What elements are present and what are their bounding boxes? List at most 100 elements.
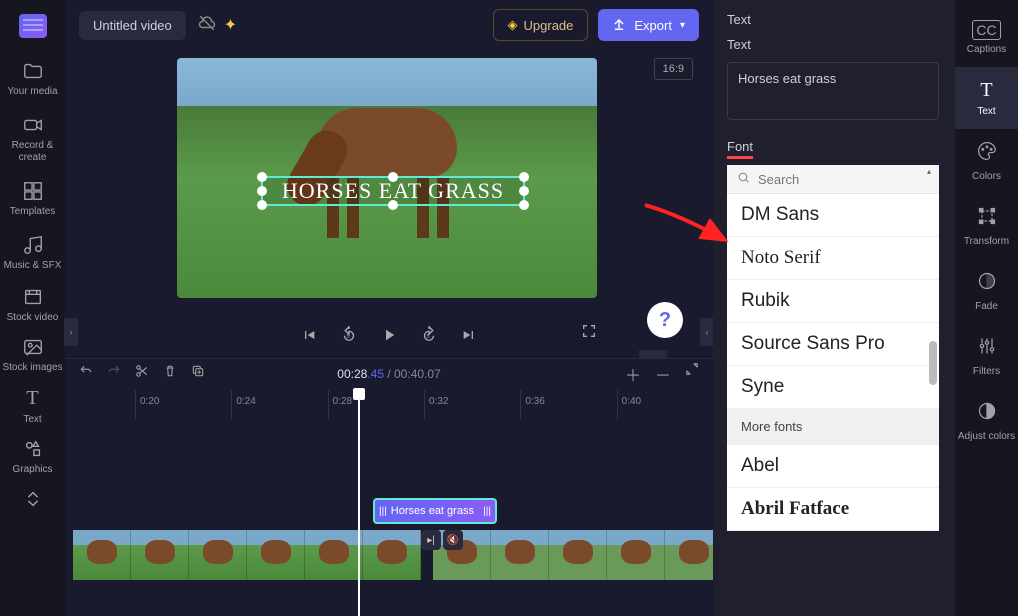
font-option-rubik[interactable]: Rubik	[727, 280, 939, 323]
font-option-syne[interactable]: Syne	[727, 366, 939, 409]
resize-handle-ne[interactable]	[519, 172, 529, 182]
resize-handle-n[interactable]	[388, 172, 398, 182]
nav-label: Your media	[7, 86, 57, 98]
current-time: 00:28	[337, 367, 367, 381]
image-icon	[22, 336, 44, 358]
mute-icon[interactable]: 🔇	[443, 530, 463, 550]
properties-panel: Text Text Font DM Sans Noto Serif Rubik …	[713, 0, 955, 616]
nav-label: Record & create	[0, 140, 65, 164]
canvas-area: Horses eat grass 16:9 ? 5 5 ›	[65, 50, 713, 350]
nav-label: Stock images	[2, 362, 62, 374]
duplicate-icon[interactable]	[191, 364, 205, 383]
skip-end-icon[interactable]	[460, 326, 478, 344]
project-title[interactable]: Untitled video	[79, 11, 186, 40]
total-time: 00:40	[394, 367, 424, 381]
expand-right-icon[interactable]: ‹	[700, 318, 714, 346]
resize-handle-nw[interactable]	[257, 172, 267, 182]
font-list[interactable]: DM Sans Noto Serif Rubik Source Sans Pro…	[727, 194, 939, 531]
nav-graphics[interactable]: Graphics	[0, 432, 65, 482]
sparkle-icon: ✦	[224, 15, 237, 35]
scrollbar-up-icon[interactable]: ▴	[927, 167, 937, 175]
film-icon	[22, 286, 44, 308]
aspect-ratio-badge[interactable]: 16:9	[654, 58, 693, 80]
expand-left-icon[interactable]: ›	[64, 318, 78, 346]
tab-label: Fade	[975, 301, 998, 312]
rewind-5-icon[interactable]: 5	[340, 326, 358, 344]
text-field-label: Text	[727, 37, 941, 52]
timeline-tracks[interactable]: ||| Horses eat grass ||| ▸| 🔇	[65, 420, 713, 616]
fullscreen-icon[interactable]	[581, 323, 597, 344]
clip-grip-right-icon[interactable]: |||	[483, 506, 491, 517]
nav-stock-images[interactable]: Stock images	[0, 330, 65, 380]
forward-5-icon[interactable]: 5	[420, 326, 438, 344]
tab-captions[interactable]: CC Captions	[955, 8, 1018, 67]
text-clip[interactable]: ||| Horses eat grass |||	[373, 498, 497, 524]
resize-handle-se[interactable]	[519, 200, 529, 210]
export-button[interactable]: Export ▾	[598, 9, 699, 41]
zoom-out-icon[interactable]: －	[655, 362, 671, 386]
svg-text:5: 5	[347, 334, 350, 340]
playhead[interactable]	[358, 390, 360, 616]
upload-icon	[612, 17, 626, 34]
font-search-input[interactable]	[758, 172, 934, 187]
adjust-icon	[977, 401, 997, 427]
timeline-ruler[interactable]: 0:20 0:24 0:28 0:32 0:36 0:40	[65, 390, 713, 420]
play-icon[interactable]	[380, 326, 398, 344]
resize-handle-w[interactable]	[257, 186, 267, 196]
clip-grip-left-icon[interactable]: |||	[379, 506, 387, 517]
text-content-input[interactable]	[727, 62, 939, 120]
font-option-source-sans[interactable]: Source Sans Pro	[727, 323, 939, 366]
resize-handle-sw[interactable]	[257, 200, 267, 210]
cloud-off-icon	[198, 14, 216, 37]
font-option-noto-serif[interactable]: Noto Serif	[727, 237, 939, 280]
resize-handle-e[interactable]	[519, 186, 529, 196]
tab-transform[interactable]: Transform	[955, 194, 1018, 259]
zoom-in-icon[interactable]: ＋	[625, 362, 641, 386]
nav-stock-video[interactable]: Stock video	[0, 280, 65, 330]
tab-fade[interactable]: Fade	[955, 259, 1018, 324]
nav-more[interactable]	[0, 482, 65, 520]
arrow-swap-icon	[22, 488, 44, 510]
video-clip-1[interactable]	[73, 530, 421, 580]
export-label: Export	[634, 18, 672, 33]
tab-colors[interactable]: Colors	[955, 129, 1018, 194]
app-logo	[19, 14, 47, 38]
zoom-fit-icon[interactable]	[685, 362, 699, 386]
font-option-abel[interactable]: Abel	[727, 445, 939, 488]
nav-label: Music & SFX	[4, 260, 62, 272]
graphics-icon	[22, 438, 44, 460]
tab-text[interactable]: T Text	[955, 67, 1018, 129]
filters-icon	[977, 336, 997, 362]
scrollbar-thumb[interactable]	[929, 341, 937, 385]
preview-content	[287, 78, 487, 238]
nav-music-sfx[interactable]: Music & SFX	[0, 226, 65, 280]
upgrade-label: Upgrade	[524, 18, 574, 33]
text-overlay-selection[interactable]: Horses eat grass	[261, 176, 525, 206]
font-option-dm-sans[interactable]: DM Sans	[727, 194, 939, 237]
video-preview[interactable]: Horses eat grass	[177, 58, 597, 298]
nav-record-create[interactable]: Record & create	[0, 106, 65, 172]
nav-text[interactable]: T Text	[0, 380, 65, 432]
redo-icon[interactable]	[107, 364, 121, 383]
video-clip-2[interactable]	[433, 530, 723, 580]
timeline-toolbar: 00:28.45 / 00:40.07 ＋ －	[65, 358, 713, 388]
tab-label: Transform	[964, 236, 1009, 247]
split-icon[interactable]	[135, 364, 149, 383]
tab-filters[interactable]: Filters	[955, 324, 1018, 389]
nav-your-media[interactable]: Your media	[0, 52, 65, 106]
undo-icon[interactable]	[79, 364, 93, 383]
skip-start-icon[interactable]	[300, 326, 318, 344]
font-option-abril[interactable]: Abril Fatface	[727, 488, 939, 531]
tab-adjust-colors[interactable]: Adjust colors	[955, 389, 1018, 454]
font-dropdown: DM Sans Noto Serif Rubik Source Sans Pro…	[727, 165, 939, 531]
resize-handle-s[interactable]	[388, 200, 398, 210]
tab-label: Captions	[967, 44, 1006, 55]
tab-label: Filters	[973, 366, 1000, 377]
transition-icon[interactable]: ▸|	[421, 530, 441, 550]
ruler-tick: 0:36	[520, 390, 616, 420]
nav-templates[interactable]: Templates	[0, 172, 65, 226]
upgrade-button[interactable]: ◈ Upgrade	[493, 9, 589, 41]
font-search-row	[727, 165, 939, 194]
delete-icon[interactable]	[163, 364, 177, 383]
font-more-fonts[interactable]: More fonts	[727, 409, 939, 445]
